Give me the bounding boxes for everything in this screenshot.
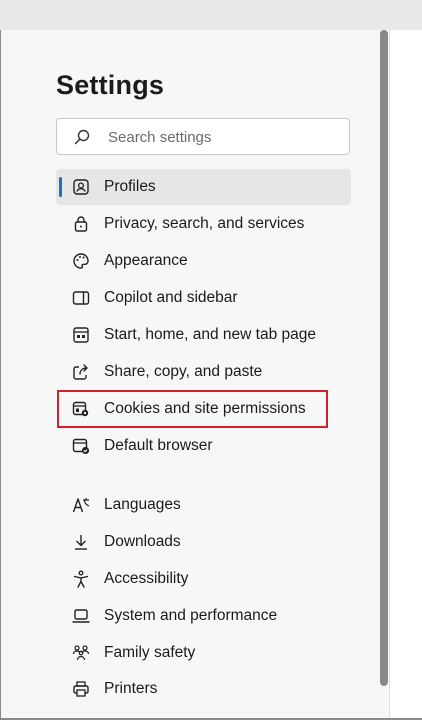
sidebar-item-privacy[interactable]: Privacy, search, and services [56, 206, 351, 242]
sidebar-item-start-home[interactable]: Start, home, and new tab page [56, 317, 351, 353]
search-placeholder: Search settings [108, 129, 212, 146]
sidebar-item-label: Accessibility [104, 570, 189, 587]
download-icon [72, 533, 90, 551]
sidebar-item-label: Copilot and sidebar [104, 289, 238, 306]
sidebar-item-downloads[interactable]: Downloads [56, 524, 351, 560]
scrollbar-thumb[interactable] [380, 30, 388, 686]
sidebar-item-printers[interactable]: Printers [56, 671, 351, 707]
sidebar-item-label: System and performance [104, 607, 278, 624]
sidebar-item-copilot-sidebar[interactable]: Copilot and sidebar [56, 280, 351, 316]
palette-icon [72, 252, 90, 270]
sidebar-item-profiles[interactable]: Profiles [56, 169, 351, 205]
sidebar-item-label: Languages [104, 496, 181, 513]
cookies-permissions-icon [72, 400, 90, 418]
sidebar-item-accessibility[interactable]: Accessibility [56, 561, 351, 597]
sidebar-item-default-browser[interactable]: Default browser [56, 428, 351, 464]
sidebar-item-languages[interactable]: Languages [56, 487, 351, 523]
sidebar-item-label: Privacy, search, and services [104, 215, 305, 232]
share-icon [72, 363, 90, 381]
sidebar-item-label: Appearance [104, 252, 188, 269]
page-title: Settings [56, 70, 165, 100]
sidebar-item-cookies-permissions[interactable]: Cookies and site permissions [56, 391, 351, 427]
sidebar-item-label: Share, copy, and paste [104, 363, 263, 380]
sidebar-item-family-safety[interactable]: Family safety [56, 635, 351, 671]
lock-icon [72, 215, 90, 233]
sidebar-item-label: Downloads [104, 533, 181, 550]
browser-top-bar [0, 0, 422, 30]
profile-icon [72, 178, 90, 196]
languages-icon [72, 496, 90, 514]
sidebar-item-label: Cookies and site permissions [104, 400, 306, 417]
sidebar-item-label: Start, home, and new tab page [104, 326, 316, 343]
default-browser-icon [72, 437, 90, 455]
accessibility-icon [72, 570, 90, 588]
search-input[interactable]: Search settings [56, 118, 350, 155]
sidebar-item-label: Default browser [104, 437, 213, 454]
sidebar-icon [72, 289, 90, 307]
sidebar-item-appearance[interactable]: Appearance [56, 243, 351, 279]
printer-icon [72, 680, 90, 698]
sidebar-item-label: Profiles [104, 178, 156, 195]
sidebar-item-system-performance[interactable]: System and performance [56, 598, 351, 634]
family-icon [72, 644, 90, 662]
sidebar-item-label: Printers [104, 680, 158, 697]
sidebar-item-share[interactable]: Share, copy, and paste [56, 354, 351, 390]
sidebar-item-label: Family safety [104, 644, 196, 661]
home-page-icon [72, 326, 90, 344]
selected-indicator [59, 177, 62, 197]
search-icon [74, 129, 90, 145]
sidebar-scrollbar[interactable] [380, 30, 388, 690]
laptop-icon [72, 607, 90, 625]
